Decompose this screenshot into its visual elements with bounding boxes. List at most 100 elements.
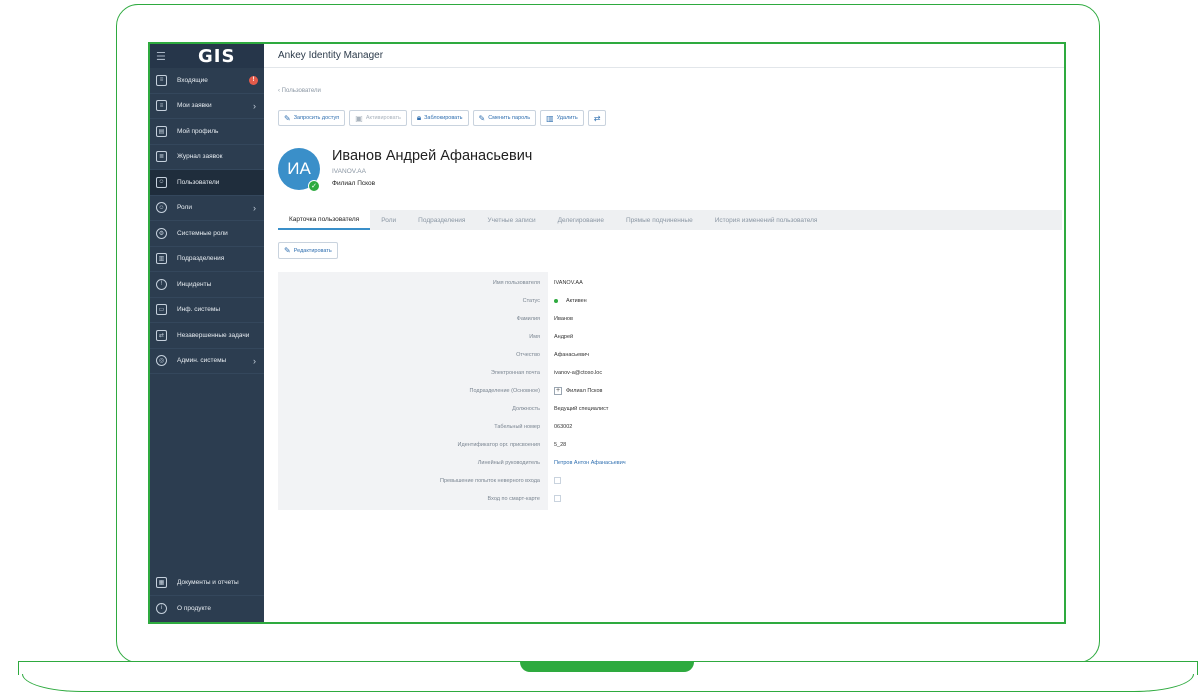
document-icon: ≡ bbox=[156, 100, 167, 112]
sidebar-item-label: Входящие bbox=[177, 76, 208, 84]
button-label: Редактировать bbox=[293, 247, 332, 254]
manager-link[interactable]: Петров Антон Афанасьевич bbox=[544, 460, 626, 466]
sidebar-item-admin-systems[interactable]: ◎ Админ. системы › bbox=[150, 349, 264, 374]
field-value: Иванов bbox=[554, 315, 573, 322]
sidebar-item-label: Документы и отчеты bbox=[177, 578, 239, 586]
sidebar-item-about[interactable]: i О продукте bbox=[150, 596, 264, 622]
sidebar-header: ☰ GIS bbox=[150, 44, 264, 68]
tasks-icon: ⇄ bbox=[156, 329, 167, 341]
tab-roles[interactable]: Роли bbox=[370, 210, 407, 230]
field-value: Афанасьевич bbox=[554, 351, 589, 358]
journal-icon: ≣ bbox=[156, 151, 167, 163]
button-label: Активировать bbox=[365, 115, 401, 121]
smartcard-checkbox[interactable] bbox=[554, 495, 561, 502]
user-login: IVANOV.AA bbox=[332, 168, 366, 175]
field-row-org-id: Идентификатор орг. присвоения 5_28 bbox=[278, 436, 1062, 453]
edit-icon: ✎ bbox=[284, 113, 291, 123]
field-value: ivanov-a@ctoso.loc bbox=[554, 369, 603, 376]
field-row-manager: Линейный руководитель Петров Антон Афана… bbox=[278, 454, 1062, 471]
sidebar-item-info-systems[interactable]: ▭ Инф. системы bbox=[150, 298, 264, 323]
field-row-first-name: Имя Андрей bbox=[278, 328, 1062, 345]
field-label: Отчество bbox=[516, 351, 540, 358]
sidebar-item-label: Журнал заявок bbox=[177, 153, 223, 161]
button-label: Удалить bbox=[556, 115, 578, 121]
field-label: Имя bbox=[529, 333, 540, 340]
field-value: Активен bbox=[566, 297, 587, 304]
sidebar-item-roles[interactable]: ☺ Роли › bbox=[150, 196, 264, 221]
sidebar-item-pending-tasks[interactable]: ⇄ Незавершенные задачи bbox=[150, 323, 264, 349]
field-value: 063002 bbox=[554, 423, 573, 430]
menu-icon[interactable]: ☰ bbox=[156, 50, 176, 63]
status-value: Активен bbox=[544, 298, 587, 304]
edit-icon: ✎ bbox=[478, 113, 486, 123]
field-label: Табельный номер bbox=[494, 423, 540, 430]
sync-button[interactable]: ⇄ bbox=[587, 110, 607, 126]
sidebar-item-incidents[interactable]: ! Инциденты bbox=[150, 272, 264, 298]
expand-icon[interactable]: + bbox=[554, 386, 562, 395]
app-screen: ☰ GIS ≡ Входящие ! ≡ Мои заявки › ▤ Мой … bbox=[148, 42, 1066, 624]
button-label: Заблокировать bbox=[424, 115, 463, 121]
field-label: Статус bbox=[522, 297, 540, 304]
tab-departments[interactable]: Подразделения bbox=[407, 210, 476, 230]
sidebar-item-label: Инф. системы bbox=[177, 306, 221, 314]
sidebar-item-label: Роли bbox=[177, 204, 192, 212]
breadcrumb[interactable]: ‹ Пользователи bbox=[278, 88, 321, 94]
globe-icon: ◎ bbox=[156, 355, 167, 367]
check-icon: ✓ bbox=[308, 180, 320, 192]
sidebar-item-label: Админ. системы bbox=[177, 357, 227, 365]
database-icon: ▭ bbox=[156, 304, 167, 316]
field-value bbox=[544, 495, 561, 502]
edit-button[interactable]: ✎ Редактировать bbox=[278, 242, 338, 259]
sidebar-item-label: О продукте bbox=[177, 604, 211, 612]
user-branch: Филиал Псков bbox=[332, 180, 376, 187]
field-label: Подразделение (Основное) bbox=[469, 387, 540, 394]
sidebar-item-my-profile[interactable]: ▤ Мой профиль bbox=[150, 119, 264, 145]
field-value: Андрей bbox=[554, 333, 574, 340]
app-title: Ankey Identity Manager bbox=[278, 50, 384, 61]
sidebar-footer: ▦ Документы и отчеты i О продукте bbox=[150, 570, 264, 621]
login-attempts-checkbox[interactable] bbox=[554, 477, 561, 484]
main-content: Ankey Identity Manager ‹ Пользователи ✎ … bbox=[264, 44, 1064, 622]
edit-icon: ✎ bbox=[284, 246, 291, 255]
tab-change-history[interactable]: История изменений пользователя bbox=[704, 210, 829, 230]
button-label: Сменить пароль bbox=[488, 115, 531, 121]
delete-button[interactable]: ▥ Удалить bbox=[540, 110, 584, 126]
sidebar-item-departments[interactable]: ▥ Подразделения bbox=[150, 247, 264, 272]
field-label: Электронная почта bbox=[490, 369, 540, 376]
laptop-base-bottom bbox=[22, 674, 1194, 692]
info-icon: i bbox=[156, 602, 167, 614]
sidebar-item-label: Незавершенные задачи bbox=[177, 331, 250, 339]
sidebar-item-system-roles[interactable]: ⚙ Системные роли bbox=[150, 221, 264, 247]
change-password-button[interactable]: ✎ Сменить пароль bbox=[472, 110, 537, 126]
field-label: Превышение попыток неверного входа bbox=[440, 477, 540, 484]
sidebar-item-documents-reports[interactable]: ▦ Документы и отчеты bbox=[150, 570, 264, 596]
sidebar-item-users[interactable]: ☺ Пользователи bbox=[150, 170, 264, 196]
sidebar-item-label: Пользователи bbox=[177, 178, 220, 186]
tab-direct-reports[interactable]: Прямые подчиненные bbox=[615, 210, 704, 230]
tab-accounts[interactable]: Учетные записи bbox=[476, 210, 546, 230]
breadcrumb-link[interactable]: Пользователи bbox=[282, 88, 321, 94]
field-row-position: Должность Ведущий специалист bbox=[278, 400, 1062, 417]
users-icon: ☺ bbox=[156, 176, 167, 188]
block-button[interactable]: 🔒︎ Заблокировать bbox=[410, 110, 469, 126]
activate-button[interactable]: ▣ Активировать bbox=[349, 110, 407, 126]
laptop-notch bbox=[520, 662, 694, 672]
sidebar-item-inbox[interactable]: ≡ Входящие ! bbox=[150, 68, 264, 94]
tab-user-card[interactable]: Карточка пользователя bbox=[278, 210, 371, 230]
field-label: Вход по смарт-карте bbox=[487, 495, 540, 502]
sidebar-item-my-requests[interactable]: ≡ Мои заявки › bbox=[150, 94, 264, 119]
field-value: 5_28 bbox=[554, 441, 567, 448]
field-value bbox=[544, 477, 561, 484]
field-label: Имя пользователя bbox=[492, 279, 540, 286]
app-header: Ankey Identity Manager bbox=[264, 44, 1064, 68]
field-label: Фамилия bbox=[516, 315, 540, 322]
field-row-department: Подразделение (Основное) + Филиал Псков bbox=[278, 382, 1062, 399]
field-row-last-name: Фамилия Иванов bbox=[278, 310, 1062, 327]
sidebar-item-request-log[interactable]: ≣ Журнал заявок bbox=[150, 145, 264, 170]
request-access-button[interactable]: ✎ Запросить доступ bbox=[278, 110, 346, 126]
report-icon: ▦ bbox=[156, 576, 167, 588]
tab-delegation[interactable]: Делегирование bbox=[547, 210, 615, 230]
department-value: + Филиал Псков bbox=[544, 386, 602, 395]
field-row-personnel-number: Табельный номер 063002 bbox=[278, 418, 1062, 435]
button-label: Запросить доступ bbox=[293, 115, 340, 121]
